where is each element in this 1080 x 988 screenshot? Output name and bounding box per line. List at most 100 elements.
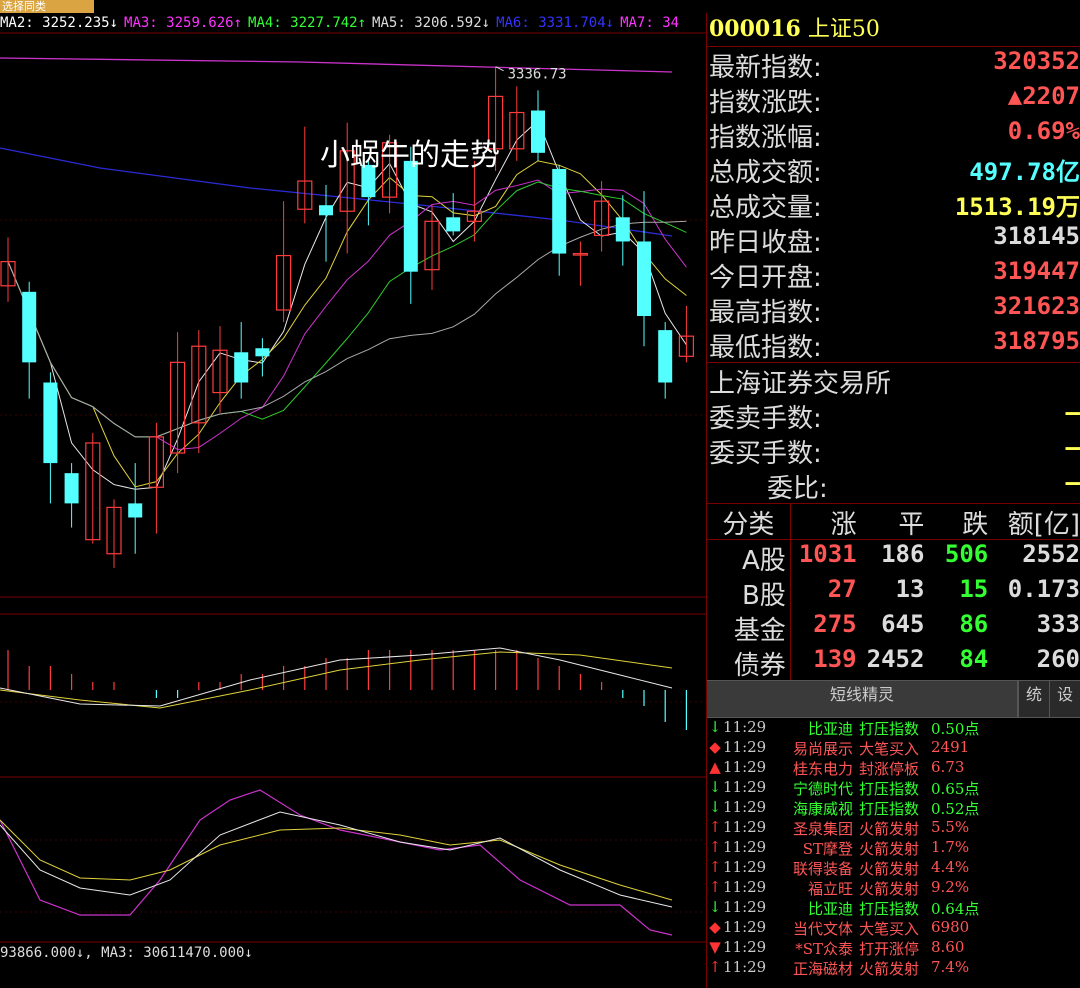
alert-value: 9.2% [931, 878, 970, 896]
order-value: — [1065, 468, 1080, 496]
stats-row: 基金 275 645 86 333 [707, 610, 1080, 646]
alert-mark-icon: ↓ [708, 718, 722, 736]
alert-row[interactable]: ↑ 11:29 联得装备 火箭发射 4.4% [707, 858, 1080, 878]
stats-category: 基金 [707, 610, 791, 646]
stats-down: 506 [944, 540, 989, 568]
ma-item: MA7: 34 [620, 15, 680, 31]
index-header: 000016 上证50 [707, 13, 1080, 46]
alert-stock-name: 联得装备 [792, 860, 853, 878]
stats-up: 139 [813, 645, 857, 673]
order-label: 委卖手数: [709, 404, 822, 434]
alert-row[interactable]: ↓ 11:29 海康威视 打压指数 0.52点 [707, 798, 1080, 818]
stats-amount: 2552 [1022, 540, 1080, 568]
alert-value: 7.4% [931, 958, 970, 976]
stats-rows: A股 1031 186 506 2552 B股 27 13 15 0.173 基金 275 645 86 3… [707, 540, 1080, 681]
alert-type: 火箭发射 [859, 820, 920, 838]
alert-mark-icon: ↑ [708, 878, 722, 896]
alert-value: 0.52点 [931, 800, 980, 818]
alert-time: 11:29 [723, 818, 767, 836]
index-name: 上证50 [807, 17, 880, 42]
quote-row: 总成交额: 497.78亿 [707, 152, 1080, 188]
exchange-name: 上海证券交易所 [709, 369, 892, 399]
alert-type: 火箭发射 [859, 880, 920, 898]
tab-short-line-elf[interactable]: 短线精灵 [707, 681, 1018, 717]
alert-row[interactable]: ↓ 11:29 比亚迪 打压指数 0.50点 [707, 718, 1080, 738]
ma-item: MA3: 3259.626↑ [124, 15, 243, 31]
quote-row: 今日开盘: 319447 [707, 257, 1080, 293]
macd-dif-line [0, 647, 673, 707]
quote-value: 321623 [993, 292, 1080, 320]
kline-chart-panel[interactable]: 3336.73 选择同类 MA2: 3252.235↓ MA3: 3259.626… [0, 0, 706, 988]
alert-row[interactable]: ↑ 11:29 福立旺 火箭发射 9.2% [707, 878, 1080, 898]
alert-row[interactable]: ↑ 11:29 正海磁材 火箭发射 7.4% [707, 958, 1080, 978]
candle-body-down [658, 330, 673, 383]
alert-time: 11:29 [723, 938, 767, 956]
stats-up: 275 [813, 610, 857, 638]
alert-type: 火箭发射 [859, 860, 920, 878]
alert-row[interactable]: ↑ 11:29 ST摩登 火箭发射 1.7% [707, 838, 1080, 858]
alert-row[interactable]: ▲ 11:29 桂东电力 封涨停板 6.73 [707, 758, 1080, 778]
candle-body-down [128, 503, 143, 518]
quote-row: 最低指数: 318795 [707, 327, 1080, 363]
alert-mark-icon: ↑ [708, 838, 722, 856]
ma-item: MA6: 3331.704↓ [496, 15, 615, 31]
quote-panel: 000016 上证50 最新指数: 320352 指数涨跌: ▲2207 指数涨幅: 0.… [706, 13, 1080, 988]
alert-mark-icon: ↓ [708, 778, 722, 796]
tab-settings[interactable]: 设 [1049, 681, 1080, 717]
alert-type: 打压指数 [859, 720, 920, 738]
alert-stock-name: ST摩登 [802, 840, 853, 858]
alert-time: 11:29 [723, 718, 767, 736]
alert-stock-name: 正海磁材 [792, 960, 853, 978]
alert-stock-name: 宁德时代 [792, 780, 853, 798]
alert-row[interactable]: ▼ 11:29 *ST众泰 打开涨停 8.60 [707, 938, 1080, 958]
alert-mark-icon: ↑ [708, 818, 722, 836]
alert-mark-icon: ▼ [709, 938, 721, 956]
order-rows: 委卖手数: — 委买手数: — 委比: — [707, 398, 1080, 504]
alert-stock-name: 桂东电力 [792, 760, 853, 778]
ma-item: MA4: 3227.742↑ [248, 15, 367, 31]
stats-flat: 645 [881, 610, 925, 638]
candle-body-down [43, 382, 58, 464]
quote-label: 指数涨跌: [709, 88, 822, 118]
alert-time: 11:29 [723, 778, 767, 796]
kdj-j-line [0, 789, 673, 936]
alert-mark-icon: ▲ [709, 758, 721, 776]
alert-row[interactable]: ↓ 11:29 比亚迪 打压指数 0.64点 [707, 898, 1080, 918]
select-same-class-tab[interactable]: 选择同类 [0, 0, 94, 13]
alert-type: 封涨停板 [859, 760, 920, 778]
stats-row: A股 1031 186 506 2552 [707, 540, 1080, 576]
alert-row[interactable]: ↓ 11:29 宁德时代 打压指数 0.65点 [707, 778, 1080, 798]
kdj-k-line [0, 811, 673, 908]
alert-value: 1.7% [931, 838, 970, 856]
order-row: 委比: — [707, 468, 1080, 504]
quote-row: 昨日收盘: 318145 [707, 222, 1080, 258]
alert-type: 打压指数 [859, 800, 920, 818]
alert-stock-name: 海康威视 [792, 800, 853, 818]
alert-stock-name: 比亚迪 [807, 720, 853, 738]
stats-up: 1031 [798, 540, 857, 568]
candle-body-down [446, 217, 461, 232]
stats-amount: 0.173 [1007, 575, 1080, 603]
alert-row[interactable]: ◆ 11:29 当代文体 大笔买入 6980 [707, 918, 1080, 938]
alert-mark-icon: ↑ [708, 858, 722, 876]
stats-down: 84 [959, 645, 989, 673]
stats-up: 27 [827, 575, 857, 603]
quote-value: 318795 [993, 327, 1080, 355]
quote-label: 最高指数: [709, 298, 822, 328]
stats-header-flat: 平 [898, 510, 925, 540]
alert-row[interactable]: ◆ 11:29 易尚展示 大笔买入 2491 [707, 738, 1080, 758]
alert-row[interactable]: ↑ 11:29 圣泉集团 火箭发射 5.5% [707, 818, 1080, 838]
alert-time: 11:29 [723, 798, 767, 816]
alert-list[interactable]: ↓ 11:29 比亚迪 打压指数 0.50点 ◆ 11:29 易尚展示 大笔买入 2491 ▲ 11:… [707, 718, 1080, 978]
stats-amount: 260 [1036, 645, 1080, 673]
order-label: 委买手数: [709, 439, 822, 469]
alert-type: 打开涨停 [859, 940, 920, 958]
stats-header: 分类 涨 平 跌 额[亿] [707, 503, 1080, 540]
quote-value: 0.69% [1007, 117, 1080, 145]
tab-statistics[interactable]: 统 [1018, 681, 1049, 717]
stats-down: 15 [959, 575, 989, 603]
alert-value: 0.64点 [931, 900, 980, 918]
quote-row: 总成交量: 1513.19万 [707, 187, 1080, 223]
alert-stock-name: 比亚迪 [807, 900, 853, 918]
alert-value: 5.5% [931, 818, 970, 836]
